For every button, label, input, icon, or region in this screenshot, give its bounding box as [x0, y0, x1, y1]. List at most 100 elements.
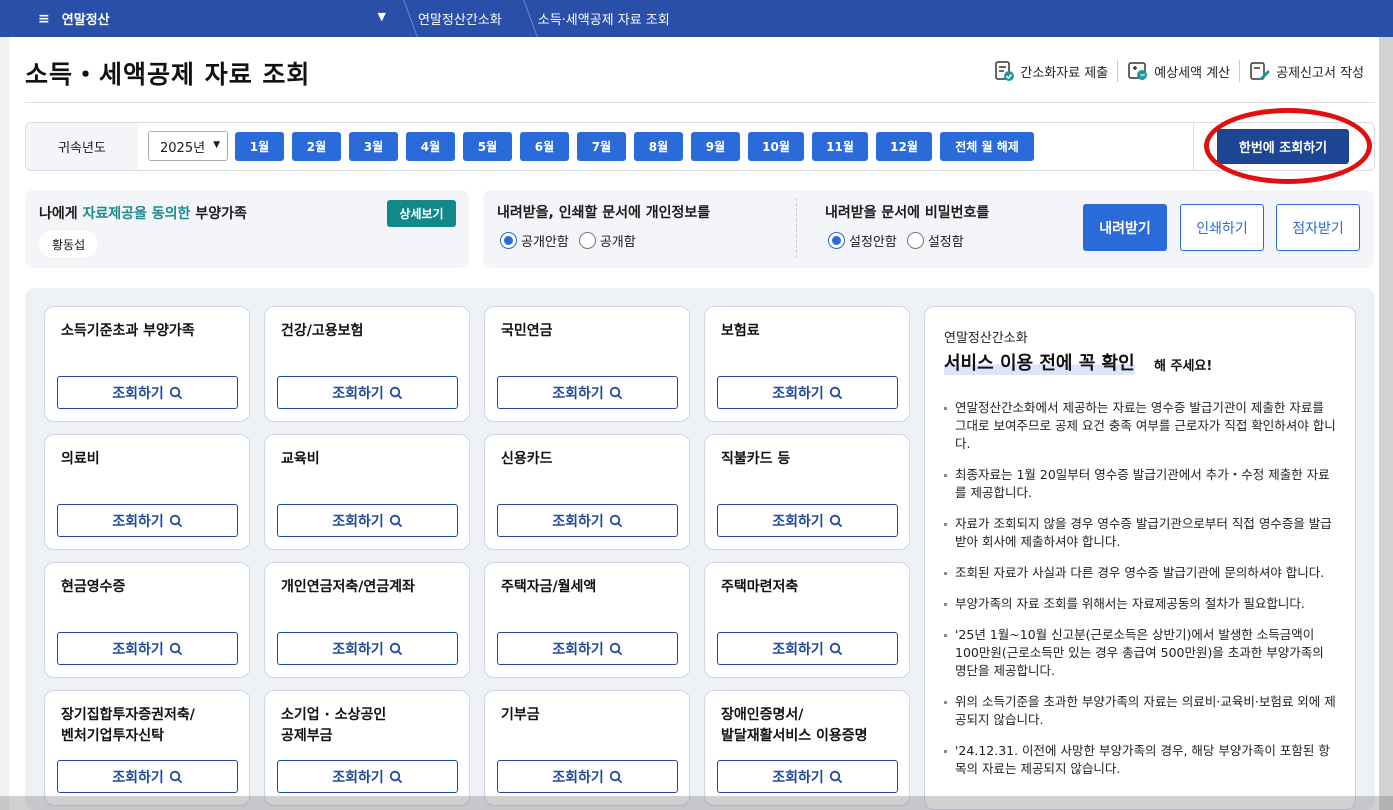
radio-no-password[interactable]: 설정안함	[828, 231, 897, 250]
category-name: 교육비	[281, 449, 320, 470]
month-button-8[interactable]: 8월	[634, 132, 683, 161]
month-button-3[interactable]: 3월	[349, 132, 398, 161]
hamburger-icon[interactable]: ≡	[38, 11, 50, 27]
month-button-4[interactable]: 4월	[406, 132, 455, 161]
search-icon	[169, 770, 183, 783]
category-query-button[interactable]: 조회하기	[497, 760, 678, 793]
category-query-button[interactable]: 조회하기	[277, 760, 458, 793]
category-query-button[interactable]: 조회하기	[497, 632, 678, 665]
month-button-5[interactable]: 5월	[463, 132, 512, 161]
dependents-heading-suffix: 부양가족	[190, 206, 247, 222]
radio-set-password[interactable]: 설정함	[906, 231, 964, 250]
submit-simplified-data-label: 간소화자료 제출	[1020, 65, 1109, 81]
category-name-line: 소기업 · 소상공인	[281, 707, 387, 723]
search-icon	[169, 642, 183, 655]
personal-info-question: 내려받을, 인쇄할 문서에 개인정보를	[497, 205, 711, 221]
month-button-6[interactable]: 6월	[520, 132, 569, 161]
search-icon	[829, 770, 843, 783]
chevron-down-icon: ▼	[213, 140, 220, 150]
pencil-document-icon	[1250, 62, 1271, 80]
radio-circle[interactable]	[578, 232, 596, 249]
query-button-label: 조회하기	[772, 385, 824, 402]
category-card: 신용카드조회하기	[484, 434, 690, 550]
month-button-7[interactable]: 7월	[577, 132, 626, 161]
calculator-icon: =	[1128, 62, 1148, 80]
query-button-label: 조회하기	[552, 769, 604, 786]
category-query-button[interactable]: 조회하기	[57, 504, 238, 537]
dependents-heading: 나에게 자료제공을 동의한 부양가족	[39, 203, 247, 223]
month-button-1[interactable]: 1월	[235, 132, 284, 161]
category-query-button[interactable]: 조회하기	[277, 376, 458, 409]
radio-circle[interactable]	[906, 232, 924, 249]
search-icon	[169, 386, 183, 399]
category-query-button[interactable]: 조회하기	[717, 376, 898, 409]
category-query-button[interactable]: 조회하기	[497, 504, 678, 537]
query-button-label: 조회하기	[332, 513, 384, 530]
category-name: 장기집합투자증권저축/벤처기업투자신탁	[61, 705, 195, 747]
search-icon	[829, 642, 843, 655]
category-card: 건강/고용보험 조회하기	[264, 306, 470, 422]
download-options-box: 내려받을, 인쇄할 문서에 개인정보를 공개안함 공개함 내려받을 문서에 비밀…	[483, 190, 1374, 268]
query-button-label: 조회하기	[332, 769, 384, 786]
category-name-line: 의료비	[61, 451, 100, 467]
search-icon	[609, 770, 623, 783]
dependents-detail-button[interactable]: 상세보기	[387, 200, 456, 227]
category-card: 장기집합투자증권저축/벤처기업투자신탁조회하기	[44, 690, 250, 806]
category-query-button[interactable]: 조회하기	[277, 632, 458, 665]
category-query-button[interactable]: 조회하기	[717, 504, 898, 537]
category-card: 의료비조회하기	[44, 434, 250, 550]
category-query-button[interactable]: 조회하기	[57, 632, 238, 665]
category-name-line: 신용카드	[501, 451, 553, 467]
category-query-button[interactable]: 조회하기	[497, 376, 678, 409]
category-query-button[interactable]: 조회하기	[717, 760, 898, 793]
highlight-circle-annotation	[1204, 108, 1372, 184]
month-button-12[interactable]: 12월	[876, 132, 932, 161]
category-card: 주택자금/월세액조회하기	[484, 562, 690, 678]
year-select[interactable]: 2025년 ▼	[148, 131, 228, 161]
clear-all-months-button[interactable]: 전체 월 해제	[940, 132, 1034, 161]
radio-show-personal-info[interactable]: 공개함	[578, 231, 636, 250]
month-button-10[interactable]: 10월	[748, 132, 804, 161]
title-divider	[25, 102, 1375, 103]
radio-hide-personal-info[interactable]: 공개안함	[500, 231, 569, 250]
estimated-tax-link[interactable]: = 예상세액 계산	[1117, 60, 1239, 82]
month-button-9[interactable]: 9월	[691, 132, 740, 161]
dependent-chip[interactable]: 황동섭	[39, 231, 99, 257]
category-query-button[interactable]: 조회하기	[717, 632, 898, 665]
query-button-label: 조회하기	[112, 513, 164, 530]
main-menu-toggle[interactable]: ≡ 연말정산 ▼	[0, 0, 400, 37]
breadcrumb-item-1[interactable]: 연말정산간소화	[400, 0, 520, 37]
category-name-line: 주택자금/월세액	[501, 579, 597, 595]
category-name-line: 소득기준초과 부양가족	[61, 323, 195, 339]
download-button[interactable]: 내려받기	[1083, 204, 1167, 251]
category-name-line: 벤처기업투자신탁	[61, 728, 165, 744]
category-name-line: 장애인증명서/	[721, 707, 804, 723]
month-button-11[interactable]: 11월	[812, 132, 868, 161]
radio-circle-checked[interactable]	[828, 232, 845, 249]
category-name-line: 보험료	[721, 323, 760, 339]
search-icon	[609, 642, 623, 655]
options-divider	[796, 198, 797, 258]
category-name-line: 현금영수증	[61, 579, 126, 595]
print-button[interactable]: 인쇄하기	[1180, 204, 1264, 251]
category-query-button[interactable]: 조회하기	[57, 376, 238, 409]
notice-item: '25년 1월~10월 신고분(근로소득은 상반기)에서 발생한 소득금액이 1…	[944, 626, 1339, 680]
radio-circle-checked[interactable]	[500, 232, 517, 249]
category-query-button[interactable]: 조회하기	[277, 504, 458, 537]
category-card: 기부금 조회하기	[484, 690, 690, 806]
chevron-down-icon[interactable]: ▼	[378, 10, 386, 23]
month-button-2[interactable]: 2월	[292, 132, 341, 161]
category-name: 신용카드	[501, 449, 553, 470]
query-button-label: 조회하기	[552, 641, 604, 658]
password-question: 내려받을 문서에 비밀번호를	[825, 205, 990, 221]
breadcrumb-item-2[interactable]: 소득·세액공제 자료 조회	[520, 0, 688, 37]
deduction-form-link[interactable]: 공제신고서 작성	[1239, 60, 1373, 82]
submit-simplified-data-link[interactable]: 간소화자료 제출	[984, 60, 1117, 82]
category-card: 주택마련저축조회하기	[704, 562, 910, 678]
braille-button[interactable]: 점자받기	[1276, 204, 1360, 251]
category-query-button[interactable]: 조회하기	[57, 760, 238, 793]
year-label: 귀속년도	[26, 123, 138, 170]
category-name: 주택마련저축	[721, 577, 798, 598]
query-button-label: 조회하기	[772, 513, 824, 530]
notice-item: 최종자료는 1월 20일부터 영수증 발급기관에서 추가・수정 제출한 자료를 …	[944, 466, 1339, 502]
